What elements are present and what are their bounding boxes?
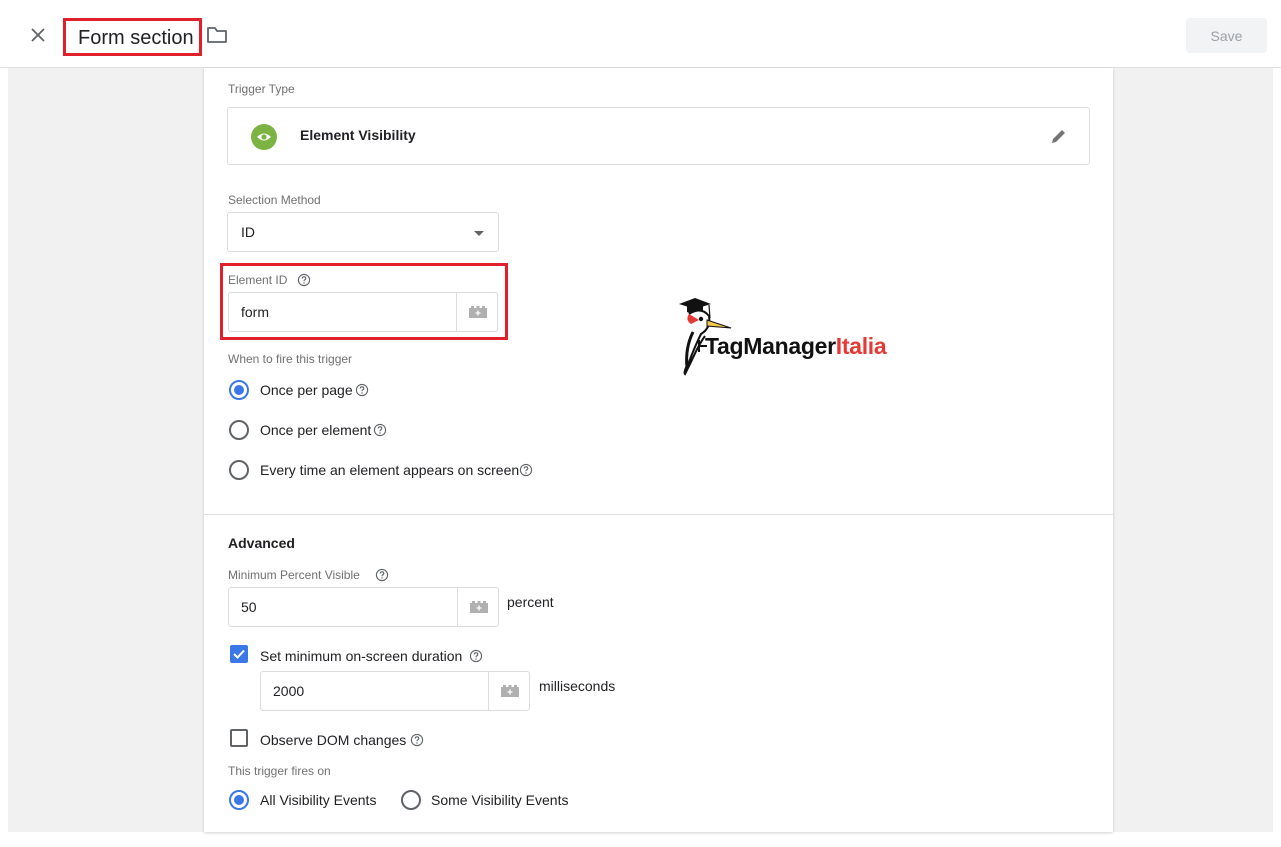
min-duration-label: Set minimum on-screen duration: [260, 648, 463, 664]
close-icon[interactable]: [27, 24, 49, 46]
radio-some-visibility-events[interactable]: [401, 790, 421, 810]
variable-picker-button[interactable]: [456, 293, 498, 331]
element-id-input[interactable]: form: [228, 292, 498, 332]
help-icon[interactable]: [297, 273, 311, 287]
help-icon[interactable]: [410, 733, 424, 747]
option-every-time-label: Every time an element appears on screen: [260, 462, 520, 478]
option-all-visibility-events-label: All Visibility Events: [260, 792, 377, 808]
selection-method-label: Selection Method: [228, 193, 321, 207]
element-id-label: Element ID: [228, 273, 288, 287]
option-once-per-page-label: Once per page: [260, 382, 353, 398]
radio-every-time[interactable]: [229, 460, 249, 480]
tagmanageritalia-logo: TagManagerItalia: [673, 296, 963, 376]
section-divider: [204, 514, 1113, 515]
min-percent-unit: percent: [507, 594, 554, 610]
eye-icon: [251, 124, 277, 150]
min-percent-label: Minimum Percent Visible: [228, 568, 360, 582]
radio-once-per-page[interactable]: [229, 380, 249, 400]
trigger-type-label: Trigger Type: [228, 82, 295, 96]
trigger-name[interactable]: Form section: [78, 27, 194, 50]
variable-picker-button[interactable]: [457, 588, 499, 626]
save-button[interactable]: Save: [1186, 18, 1267, 53]
min-duration-checkbox[interactable]: [230, 645, 248, 663]
trigger-name-field[interactable]: Form section: [63, 18, 202, 56]
element-id-value[interactable]: form: [241, 304, 269, 320]
trigger-configuration-panel: Trigger Type Element Visibility Selectio…: [204, 68, 1113, 832]
radio-all-visibility-events[interactable]: [229, 790, 249, 810]
observe-dom-checkbox[interactable]: [230, 729, 248, 747]
min-duration-input[interactable]: 2000: [260, 671, 530, 711]
variable-picker-button[interactable]: [488, 672, 530, 710]
trigger-type-name: Element Visibility: [300, 127, 416, 143]
help-icon[interactable]: [355, 383, 369, 397]
variable-brick-icon: [500, 685, 519, 697]
min-percent-value[interactable]: 50: [241, 599, 257, 615]
option-some-visibility-events-label: Some Visibility Events: [431, 792, 569, 808]
observe-dom-label: Observe DOM changes: [260, 732, 407, 748]
variable-brick-icon: [469, 601, 488, 613]
logo-wordmark: TagManagerItalia: [705, 333, 887, 359]
folder-icon[interactable]: [205, 24, 229, 46]
top-bar: Form section Save: [0, 0, 1281, 68]
selection-method-dropdown[interactable]: ID: [227, 212, 499, 252]
trigger-type-card[interactable]: Element Visibility: [227, 107, 1090, 165]
min-percent-input[interactable]: 50: [228, 587, 499, 627]
option-once-per-element-label: Once per element: [260, 422, 372, 438]
selection-method-value: ID: [241, 224, 255, 240]
min-duration-unit: milliseconds: [539, 678, 616, 694]
check-icon: [233, 649, 245, 659]
help-icon[interactable]: [519, 463, 533, 477]
variable-brick-icon: [468, 306, 487, 318]
fire-when-label: When to fire this trigger: [228, 352, 353, 366]
fires-on-label: This trigger fires on: [228, 764, 331, 778]
pencil-icon[interactable]: [1048, 125, 1070, 147]
radio-once-per-element[interactable]: [229, 420, 249, 440]
min-duration-value[interactable]: 2000: [273, 683, 304, 699]
advanced-title: Advanced: [228, 535, 295, 551]
help-icon[interactable]: [375, 568, 389, 582]
help-icon[interactable]: [373, 423, 387, 437]
chevron-down-icon: [474, 231, 484, 236]
help-icon[interactable]: [469, 649, 483, 663]
